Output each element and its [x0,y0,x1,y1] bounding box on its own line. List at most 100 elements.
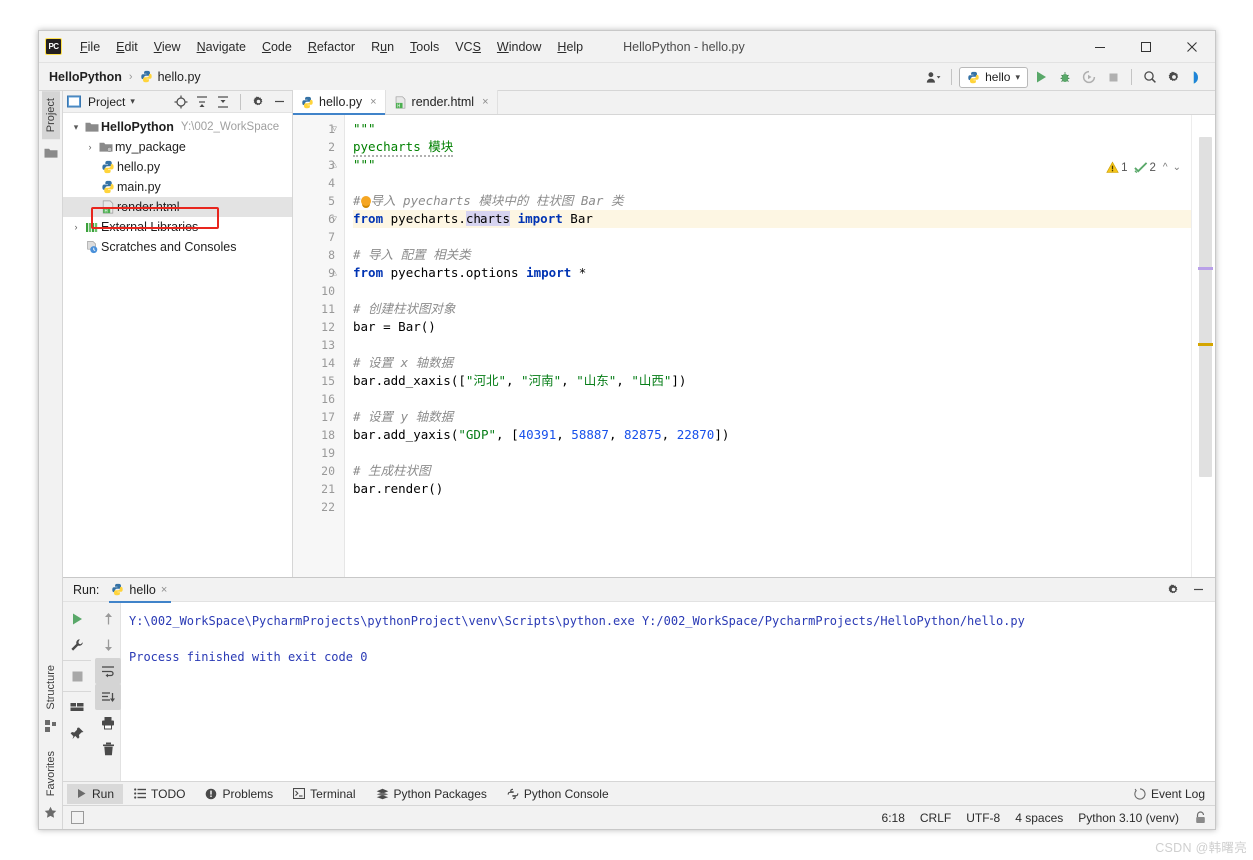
rerun-icon[interactable] [64,606,90,632]
collapse-all-icon[interactable] [214,93,232,111]
chevron-right-icon[interactable]: › [83,142,97,152]
tree-node-my-package[interactable]: › my_package [63,137,292,157]
tab-render-html[interactable]: H render.html × [385,90,498,114]
hide-icon[interactable] [270,93,288,111]
menu-tools[interactable]: Tools [402,37,447,57]
search-everywhere-icon[interactable] [1139,66,1161,88]
expand-all-icon[interactable] [193,93,211,111]
python-console-icon [507,788,519,800]
scope-target-icon[interactable] [172,93,190,111]
chevron-down-icon[interactable]: ▾ [1015,72,1020,83]
line-separator[interactable]: CRLF [920,811,951,825]
window-controls [1077,31,1215,63]
bottom-tab-python-packages[interactable]: Python Packages [367,784,496,804]
menu-help[interactable]: Help [549,37,591,57]
next-highlight-icon[interactable]: ⌄ [1173,162,1181,173]
print-icon[interactable] [95,710,121,736]
close-tab-icon[interactable]: × [482,96,488,108]
minimize-icon[interactable] [1077,31,1123,63]
tree-node-external-libraries[interactable]: › External Libraries [63,217,292,237]
line-number: 18 [321,428,335,442]
trash-icon[interactable] [95,736,121,762]
xaxis-value-1: 河南 [528,373,554,388]
bottom-tab-todo[interactable]: TODO [125,784,194,804]
menu-edit[interactable]: Edit [108,37,146,57]
python-interpreter[interactable]: Python 3.10 (venv) [1078,811,1179,825]
docstring-body: pyecharts 模块 [353,139,454,157]
event-log-button[interactable]: Event Log [1134,787,1205,801]
down-arrow-icon[interactable] [95,632,121,658]
intention-bulb-icon[interactable] [360,196,371,206]
sidebar-tab-favorites[interactable]: Favorites [42,744,60,803]
tree-node-hello-py[interactable]: hello.py [63,157,292,177]
bottom-tab-terminal[interactable]: Terminal [284,784,364,804]
tree-node-render-html[interactable]: H render.html [63,197,292,217]
bottom-tab-problems[interactable]: Problems [196,784,282,804]
fold-marker-imports[interactable]: ▽ [330,214,339,223]
file-encoding[interactable]: UTF-8 [966,811,1000,825]
user-settings-icon[interactable] [922,66,944,88]
fold-marker-docstring[interactable]: ▽ [330,124,339,133]
run-configuration-selector[interactable]: hello ▾ [959,66,1028,88]
debug-icon[interactable] [1054,66,1076,88]
code-line-6: from pyecharts.charts import Bar [353,210,1191,228]
sidebar-tab-structure[interactable]: Structure [42,658,60,717]
run-tab-hello[interactable]: hello × [107,581,173,603]
menu-window[interactable]: Window [489,37,549,57]
fold-marker-docstring-end[interactable]: △ [330,160,339,169]
settings-gear-icon[interactable] [249,93,267,111]
run-coverage-icon[interactable] [1078,66,1100,88]
code-text[interactable]: """ pyecharts 模块 """ # 导入 pyecharts 模块中的 … [345,115,1191,577]
menu-refactor[interactable]: Refactor [300,37,363,57]
stop-icon[interactable] [1102,66,1124,88]
stop-icon[interactable] [64,663,90,689]
indent-setting[interactable]: 4 spaces [1015,811,1063,825]
pin-icon[interactable] [64,720,90,746]
lock-icon[interactable] [1194,811,1207,824]
close-tab-icon[interactable]: × [370,96,376,108]
soft-wrap-icon[interactable] [95,658,121,684]
sidebar-tab-project[interactable]: Project [41,91,60,140]
editor-scrollbar-thumb[interactable] [1199,137,1212,477]
chevron-right-icon[interactable]: › [69,222,83,232]
code-line-11: # 创建柱状图对象 [353,300,1191,318]
bottom-tab-run[interactable]: Run [67,783,124,804]
settings-gear-icon[interactable] [1163,66,1185,88]
breadcrumb-file[interactable]: hello.py [158,70,201,84]
up-arrow-icon[interactable] [95,606,121,632]
menu-vcs[interactable]: VCS [447,37,489,57]
close-run-tab-icon[interactable]: × [161,584,167,596]
tree-node-main-py[interactable]: main.py [63,177,292,197]
menu-navigate[interactable]: Navigate [189,37,254,57]
menu-file[interactable]: File [72,37,108,57]
menu-code[interactable]: Code [254,37,300,57]
maximize-icon[interactable] [1123,31,1169,63]
bottom-tab-python-console[interactable]: Python Console [498,784,618,804]
settings-gear-icon[interactable] [1162,579,1184,601]
layout-icon[interactable] [64,694,90,720]
caret-position[interactable]: 6:18 [882,811,905,825]
tab-hello-py[interactable]: hello.py × [293,90,386,115]
scroll-to-end-icon[interactable] [95,684,121,710]
hide-icon[interactable] [1187,579,1209,601]
chevron-down-icon[interactable]: ▾ [69,122,83,133]
fold-marker-imports-end[interactable]: △ [330,268,339,277]
close-icon[interactable] [1169,31,1215,63]
status-bar: 6:18 CRLF UTF-8 4 spaces Python 3.10 (ve… [63,805,1215,829]
previous-highlight-icon[interactable]: ^ [1163,162,1168,173]
chevron-down-icon[interactable]: ▾ [130,96,135,107]
keyword-import: import [517,211,563,226]
tree-node-scratches-consoles[interactable]: Scratches and Consoles [63,237,292,257]
breadcrumb-project[interactable]: HelloPython [49,70,122,84]
menu-view[interactable]: View [146,37,189,57]
datalore-icon[interactable] [1187,66,1209,88]
run-icon[interactable] [1030,66,1052,88]
wrench-icon[interactable] [64,632,90,658]
bottom-tool-window-bar: Run TODO Problems Terminal Python Packag… [63,781,1215,805]
code-editor[interactable]: 1 2 3 4 5 6 7 8 9 10 11 12 13 14 15 16 1… [293,115,1215,577]
tree-node-hellopython[interactable]: ▾ HelloPython Y:\002_WorkSpace [63,117,292,137]
run-console-output[interactable]: Y:\002_WorkSpace\PycharmProjects\pythonP… [121,602,1215,781]
menu-run[interactable]: Run [363,37,402,57]
upper-row: Project ▾ ▾ HelloPython Y:\002_WorkSpace… [63,90,1215,577]
